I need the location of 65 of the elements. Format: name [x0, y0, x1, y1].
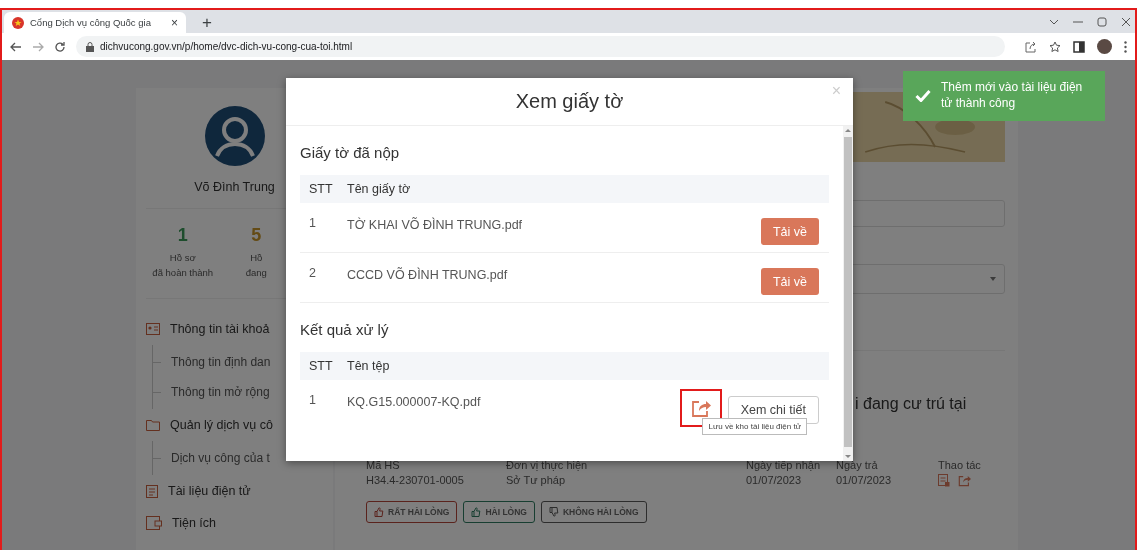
field-value: 01/07/2023 [836, 474, 893, 487]
tooltip: Lưu về kho tài liệu điện tử [702, 418, 807, 435]
section-title: Kết quả xử lý [300, 321, 390, 338]
share-icon[interactable] [1025, 40, 1037, 53]
stat-label: Hồ sơ đã hoàn thành [152, 251, 214, 280]
id-card-icon [146, 323, 160, 335]
table-header: STT Tên giấy tờ [300, 175, 829, 203]
success-toast: Thêm mới vào tài liệu điện tử thành công [903, 71, 1105, 121]
wallet-icon [146, 516, 162, 530]
new-tab-button[interactable]: + [198, 12, 216, 33]
rating-button[interactable]: KHÔNG HÀI LÒNG [540, 501, 647, 523]
submenu-item[interactable]: Dịch vụ công của t [153, 443, 333, 473]
file-name: KQ.G15.000007-KQ.pdf [347, 395, 481, 409]
folder-icon [146, 419, 160, 431]
stat-count: 5 [251, 225, 262, 246]
table-cell-text: 1 [308, 216, 317, 230]
reload-icon[interactable] [54, 40, 66, 53]
lock-icon [86, 41, 94, 52]
thumbs-up-icon [374, 507, 384, 517]
field-label: Ngày trả [836, 459, 879, 471]
stat-label: Hồ đang [245, 251, 267, 280]
field-label: Ngày tiếp nhận [746, 459, 821, 471]
stat-count: 1 [177, 225, 188, 246]
profile-avatar[interactable] [1097, 39, 1112, 54]
field-label: Đơn vị thực hiện [506, 459, 589, 471]
table-cell-text: 1 [308, 393, 317, 407]
address-bar[interactable]: dichvucong.gov.vn/p/home/dvc-dich-vu-cong-cua-toi.html [76, 36, 1005, 57]
rating-button[interactable]: HÀI LÒNG [463, 501, 535, 523]
thumbs-up-icon [471, 507, 482, 517]
download-button[interactable]: Tải về [760, 218, 819, 245]
star-icon[interactable] [1049, 40, 1061, 53]
menu-item[interactable]: Tài liệu điện tử [146, 475, 333, 507]
scrollbar[interactable] [843, 126, 853, 461]
field-label: Thao tác [938, 459, 982, 471]
back-icon[interactable] [10, 40, 22, 53]
section-heading: i đang cư trú tại [855, 395, 968, 413]
file-name: CCCD VÕ ĐÌNH TRUNG.pdf [347, 268, 508, 282]
section-title: Giấy tờ đã nộp [300, 144, 401, 161]
field-label: Mã HS [366, 459, 401, 471]
more-icon[interactable] [1124, 40, 1127, 53]
table-header: STT Tên tệp [300, 352, 829, 380]
field-value: 01/07/2023 [746, 474, 803, 487]
caret-icon [990, 277, 996, 281]
menu-item[interactable]: Tiện ích [146, 507, 333, 539]
share-icon [690, 398, 711, 418]
clipboard-icon [146, 484, 158, 498]
file-name: TỜ KHAI VÕ ĐÌNH TRUNG.pdf [347, 218, 523, 232]
menu-item[interactable]: Quản lý dịch vụ cô [146, 409, 333, 441]
chevron-down-icon[interactable] [1049, 18, 1059, 25]
table-cell-text: 2 [308, 266, 317, 280]
emblem-icon [12, 16, 24, 29]
checkmark-icon [915, 89, 931, 102]
download-button[interactable]: Tải về [760, 268, 819, 295]
field-value: H34.4-230701-0005 [366, 474, 465, 487]
rating-button[interactable]: RẤT HÀI LÒNG [366, 501, 458, 523]
close-tab-button[interactable]: × [171, 15, 178, 30]
side-panel-icon[interactable] [1073, 40, 1085, 53]
dialog-title: Xem giấy tờ [515, 90, 624, 113]
field-value: Sở Tư pháp [506, 474, 567, 487]
close-icon[interactable] [1121, 16, 1131, 27]
thumbs-down-icon [548, 507, 559, 517]
browser-tab[interactable]: Cổng Dịch vụ công Quốc gia × [4, 12, 186, 33]
share-icon [958, 474, 971, 487]
restore-icon[interactable] [1097, 16, 1107, 27]
user-avatar [204, 106, 265, 166]
